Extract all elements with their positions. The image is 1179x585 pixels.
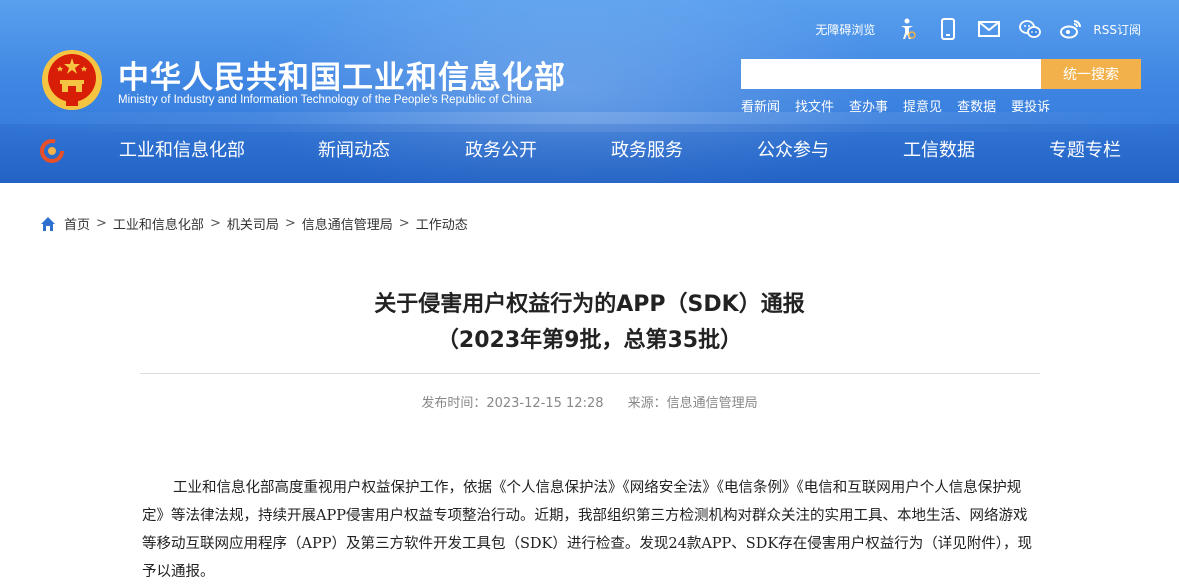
- article-meta: 发布时间：2023-12-15 12:28 来源：信息通信管理局: [0, 392, 1179, 411]
- breadcrumb: 首页 > 工业和信息化部 > 机关司局 > 信息通信管理局 > 工作动态: [40, 214, 468, 233]
- breadcrumb-ministry[interactable]: 工业和信息化部: [113, 214, 204, 233]
- quick-link-data[interactable]: 查数据: [957, 96, 996, 115]
- weibo-icon[interactable]: [1059, 17, 1083, 41]
- article-source: 来源：信息通信管理局: [627, 396, 758, 411]
- quick-link-feedback[interactable]: 提意见: [903, 96, 942, 115]
- breadcrumb-departments[interactable]: 机关司局: [227, 214, 279, 233]
- wechat-icon[interactable]: [1018, 17, 1042, 41]
- quick-link-complaint[interactable]: 要投诉: [1011, 96, 1050, 115]
- publish-time: 发布时间：2023-12-15 12:28: [421, 396, 604, 411]
- nav-item-news[interactable]: 新闻动态: [318, 124, 390, 183]
- breadcrumb-work-news[interactable]: 工作动态: [416, 214, 468, 233]
- nav-item-data[interactable]: 工信数据: [903, 124, 975, 183]
- search-button[interactable]: 统一搜索: [1041, 59, 1141, 89]
- title-divider: [140, 373, 1040, 374]
- accessibility-icon[interactable]: [895, 17, 919, 41]
- main-nav: 工业和信息化部 新闻动态 政务公开 政务服务 公众参与 工信数据 专题专栏: [0, 124, 1179, 183]
- breadcrumb-separator: >: [284, 216, 296, 231]
- site-title[interactable]: 中华人民共和国工业和信息化部: [118, 52, 566, 97]
- breadcrumb-separator: >: [96, 216, 107, 231]
- quick-link-news[interactable]: 看新闻: [741, 96, 780, 115]
- quick-links: 看新闻 找文件 查办事 提意见 查数据 要投诉: [741, 96, 1065, 115]
- top-tools: 无障碍浏览 RSS订阅: [815, 14, 1141, 44]
- breadcrumb-separator: >: [209, 216, 221, 231]
- national-emblem-icon[interactable]: [40, 48, 104, 112]
- nav-item-public-participation[interactable]: 公众参与: [757, 124, 829, 183]
- quick-link-services[interactable]: 查办事: [849, 96, 888, 115]
- article-paragraph: 工业和信息化部高度重视用户权益保护工作，依据《个人信息保护法》《网络安全法》《电…: [142, 480, 1032, 580]
- home-icon[interactable]: [40, 216, 56, 232]
- article-subtitle: （2023年第9批，总第35批）: [436, 328, 743, 353]
- rss-link[interactable]: RSS订阅: [1093, 21, 1141, 38]
- mail-icon[interactable]: [977, 17, 1001, 41]
- nav-item-gov-affairs[interactable]: 政务公开: [465, 124, 537, 183]
- article-title: 关于侵害用户权益行为的APP（SDK）通报: [374, 292, 805, 317]
- breadcrumb-home[interactable]: 首页: [64, 214, 90, 233]
- nav-item-topics[interactable]: 专题专栏: [1049, 124, 1121, 183]
- site-header: 中华人民共和国工业和信息化部 Ministry of Industry and …: [0, 0, 1179, 183]
- mobile-icon[interactable]: [936, 17, 960, 41]
- search-input[interactable]: [741, 59, 1041, 89]
- breadcrumb-separator: >: [398, 216, 410, 231]
- accessibility-link[interactable]: 无障碍浏览: [815, 21, 875, 38]
- quick-link-files[interactable]: 找文件: [795, 96, 834, 115]
- breadcrumb-ict-bureau[interactable]: 信息通信管理局: [302, 214, 393, 233]
- nav-item-ministry[interactable]: 工业和信息化部: [119, 124, 245, 183]
- nav-item-gov-services[interactable]: 政务服务: [611, 124, 683, 183]
- site-subtitle: Ministry of Industry and Information Tec…: [118, 94, 532, 106]
